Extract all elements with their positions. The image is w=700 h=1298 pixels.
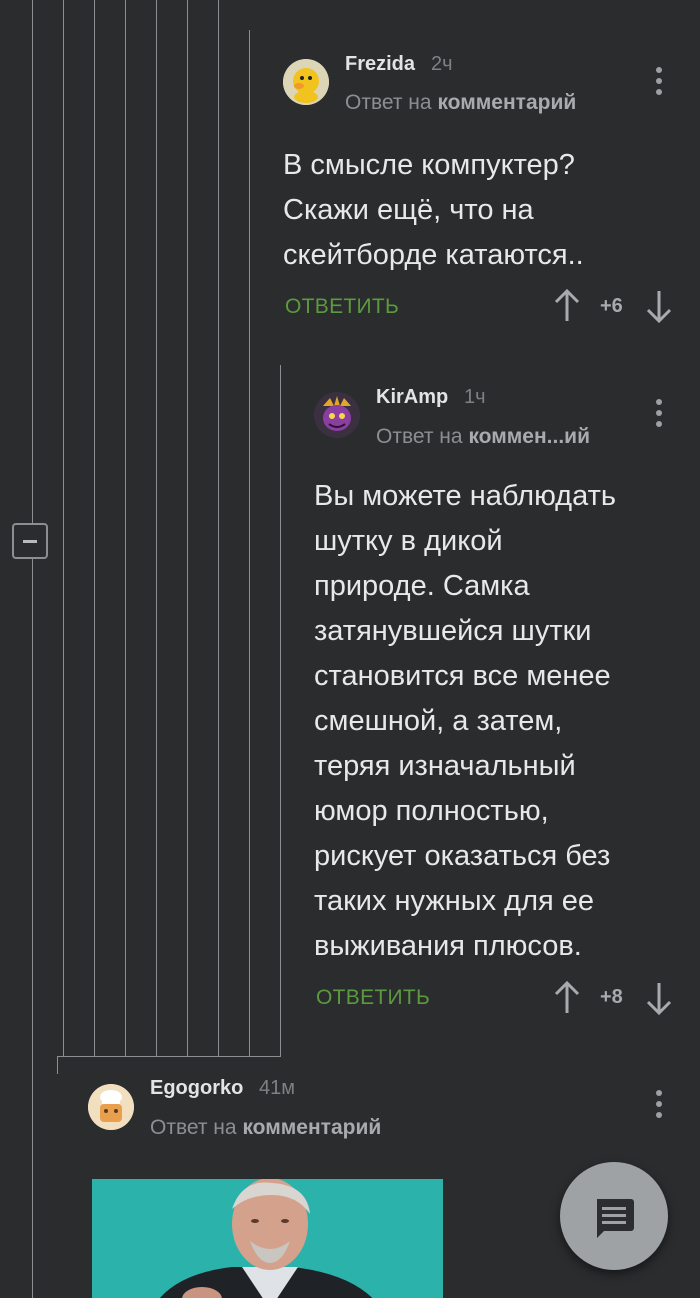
more-vertical-icon[interactable] bbox=[654, 398, 664, 428]
comment-text-line: выживания плюсов. bbox=[314, 930, 582, 962]
comment-text-line: Скажи ещё, что на bbox=[283, 194, 534, 226]
reply-to-prefix: Ответ на bbox=[150, 1116, 237, 1139]
comment-text-line: Вы можете наблюдать bbox=[314, 480, 616, 512]
thread-line-connector bbox=[57, 1056, 281, 1057]
thread-line[interactable] bbox=[32, 0, 33, 1298]
comment-rating: +8 bbox=[600, 986, 623, 1008]
reply-to-target[interactable]: комментарий bbox=[242, 1116, 381, 1139]
man-photo-image bbox=[92, 1179, 443, 1298]
thread-line[interactable] bbox=[280, 365, 281, 1056]
thread-line[interactable] bbox=[94, 0, 95, 1056]
arrow-up-icon[interactable] bbox=[553, 289, 581, 323]
comment-text-line: смешной, а затем, bbox=[314, 705, 563, 737]
avatar[interactable] bbox=[88, 1084, 134, 1130]
thread-line[interactable] bbox=[125, 0, 126, 1056]
comment-text-line: шутку в дикой bbox=[314, 525, 503, 557]
duck-avatar-image bbox=[283, 59, 329, 105]
comment-time: 41м bbox=[259, 1077, 295, 1099]
more-vertical-icon[interactable] bbox=[654, 1089, 664, 1119]
comment-text-line: затянувшейся шутки bbox=[314, 615, 592, 647]
write-comment-fab[interactable] bbox=[560, 1162, 668, 1270]
avatar[interactable] bbox=[283, 59, 329, 105]
comment-author[interactable]: Egogorko bbox=[150, 1077, 243, 1100]
reply-to-link[interactable]: Ответ на коммен...ий bbox=[376, 425, 590, 449]
comment-text-line: В смысле компуктер? bbox=[283, 149, 575, 181]
comment-icon bbox=[597, 1199, 634, 1238]
collapse-thread-button[interactable] bbox=[12, 523, 48, 559]
arrow-up-icon[interactable] bbox=[553, 981, 581, 1015]
comment-body: Вы можете наблюдать шутку в дикой природ… bbox=[314, 474, 616, 969]
comment-text-line: становится все менее bbox=[314, 660, 611, 692]
comment-thread-screen: Frezida 2ч Ответ на комментарий В смысле… bbox=[0, 0, 700, 1298]
reply-to-target[interactable]: коммен...ий bbox=[468, 425, 590, 448]
comment-rating: +6 bbox=[600, 295, 623, 317]
reply-to-target[interactable]: комментарий bbox=[437, 91, 576, 114]
reply-to-prefix: Ответ на bbox=[345, 91, 432, 114]
comment-text-line: таких нужных для ее bbox=[314, 885, 595, 917]
reply-button[interactable]: ОТВЕТИТЬ bbox=[285, 295, 399, 319]
arrow-down-icon[interactable] bbox=[645, 981, 673, 1015]
comment-body: В смысле компуктер? Скажи ещё, что на ск… bbox=[283, 143, 584, 278]
thread-line[interactable] bbox=[156, 0, 157, 1056]
reply-to-link[interactable]: Ответ на комментарий bbox=[345, 91, 576, 115]
comment-text-line: юмор полностью, bbox=[314, 795, 549, 827]
character-avatar-image bbox=[314, 392, 360, 438]
thread-line bbox=[57, 1056, 58, 1074]
comment-time: 2ч bbox=[431, 53, 453, 75]
comment-time: 1ч bbox=[464, 386, 486, 408]
avatar[interactable] bbox=[314, 392, 360, 438]
comment-text-line: теряя изначальный bbox=[314, 750, 576, 782]
comment-text-line: рискует оказаться без bbox=[314, 840, 611, 872]
reply-to-link[interactable]: Ответ на комментарий bbox=[150, 1116, 381, 1140]
reply-button[interactable]: ОТВЕТИТЬ bbox=[316, 986, 430, 1010]
thread-line[interactable] bbox=[249, 30, 250, 1056]
thread-line[interactable] bbox=[63, 0, 64, 1056]
thread-line[interactable] bbox=[187, 0, 188, 1056]
thread-line[interactable] bbox=[218, 0, 219, 1056]
comment-image[interactable] bbox=[92, 1179, 443, 1298]
comment-author[interactable]: Frezida bbox=[345, 53, 415, 76]
reply-to-prefix: Ответ на bbox=[376, 425, 463, 448]
cook-avatar-image bbox=[88, 1084, 134, 1130]
arrow-down-icon[interactable] bbox=[645, 289, 673, 323]
comment-author[interactable]: KirAmp bbox=[376, 386, 448, 409]
more-vertical-icon[interactable] bbox=[654, 66, 664, 96]
comment-text-line: природе. Самка bbox=[314, 570, 530, 602]
comment-text-line: скейтборде катаются.. bbox=[283, 239, 584, 271]
